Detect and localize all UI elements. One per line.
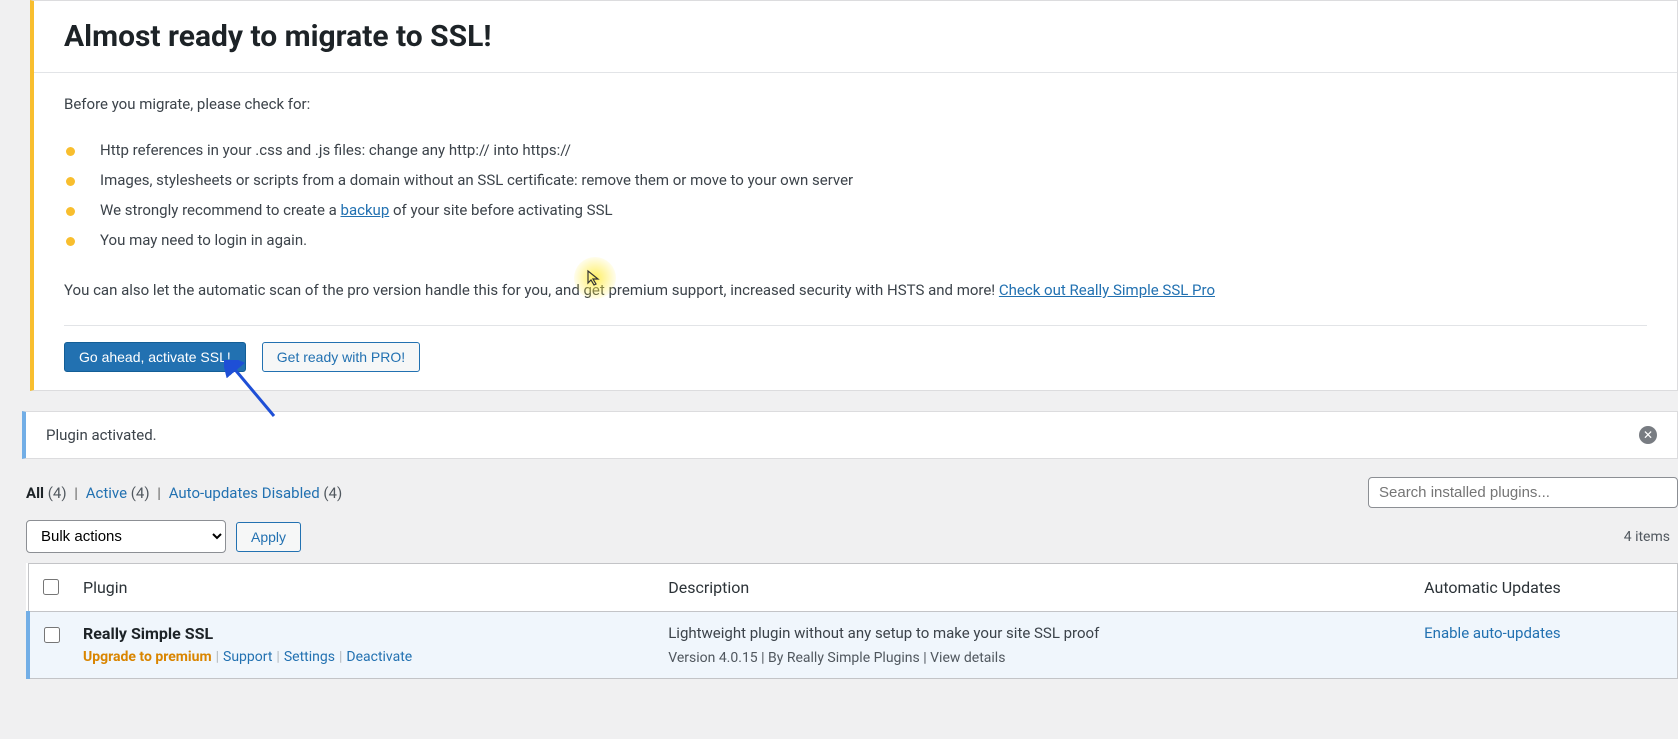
enable-auto-updates-link[interactable]: Enable auto-updates bbox=[1424, 624, 1561, 642]
meta-version: Version 4.0.15 | By bbox=[668, 650, 787, 666]
pro-text: You can also let the automatic scan of t… bbox=[64, 281, 999, 299]
close-icon[interactable]: ✕ bbox=[1639, 426, 1657, 444]
filter-active[interactable]: Active bbox=[86, 484, 127, 502]
search-box bbox=[1368, 477, 1678, 508]
backup-link[interactable]: backup bbox=[341, 201, 390, 219]
pro-line: You can also let the automatic scan of t… bbox=[64, 281, 1647, 299]
filter-active-count: (4) bbox=[131, 484, 150, 502]
apply-button[interactable]: Apply bbox=[236, 522, 301, 552]
select-all-checkbox[interactable] bbox=[43, 579, 59, 595]
check-item: You may need to login in again. bbox=[64, 225, 1647, 255]
plugin-name: Really Simple SSL bbox=[83, 624, 648, 643]
col-auto-updates[interactable]: Automatic Updates bbox=[1414, 564, 1677, 612]
col-description[interactable]: Description bbox=[658, 564, 1414, 612]
col-plugin[interactable]: Plugin bbox=[73, 564, 658, 612]
plugin-description: Lightweight plugin without any setup to … bbox=[668, 624, 1404, 642]
row-actions: Upgrade to premium|Support|Settings|Deac… bbox=[83, 649, 648, 665]
notice-actions: Go ahead, activate SSL! Get ready with P… bbox=[64, 325, 1647, 390]
bulk-actions-select[interactable]: Bulk actions bbox=[26, 520, 226, 553]
support-link[interactable]: Support bbox=[223, 649, 272, 665]
ssl-migrate-notice: Almost ready to migrate to SSL! Before y… bbox=[30, 0, 1678, 391]
get-pro-button[interactable]: Get ready with PRO! bbox=[262, 342, 420, 372]
select-all-header bbox=[28, 564, 73, 612]
filter-auto-count: (4) bbox=[323, 484, 342, 502]
check-item: We strongly recommend to create a backup… bbox=[64, 195, 1647, 225]
settings-link[interactable]: Settings bbox=[284, 649, 335, 665]
check-list: Http references in your .css and .js fil… bbox=[64, 135, 1647, 255]
deactivate-link[interactable]: Deactivate bbox=[346, 649, 412, 665]
filter-links: All (4) | Active (4) | Auto-updates Disa… bbox=[26, 484, 342, 502]
activate-ssl-button[interactable]: Go ahead, activate SSL! bbox=[64, 342, 246, 372]
filter-all[interactable]: All bbox=[26, 484, 44, 502]
upgrade-link[interactable]: Upgrade to premium bbox=[83, 649, 212, 665]
check-item: Http references in your .css and .js fil… bbox=[64, 135, 1647, 165]
separator: | bbox=[153, 484, 165, 502]
check-item: Images, stylesheets or scripts from a do… bbox=[64, 165, 1647, 195]
pro-link[interactable]: Check out Really Simple SSL Pro bbox=[999, 281, 1215, 299]
author-link[interactable]: Really Simple Plugins bbox=[787, 650, 920, 666]
filter-auto-updates[interactable]: Auto-updates Disabled bbox=[169, 484, 320, 502]
notice-header: Almost ready to migrate to SSL! bbox=[34, 1, 1677, 73]
bulk-row: Bulk actions Apply 4 items bbox=[26, 520, 1678, 553]
plugin-activated-notice: Plugin activated. ✕ bbox=[22, 411, 1678, 459]
check-item-suffix: of your site before activating SSL bbox=[389, 201, 612, 219]
meta-sep: | bbox=[920, 650, 930, 666]
separator: | bbox=[70, 484, 82, 502]
table-row: Really Simple SSL Upgrade to premium|Sup… bbox=[28, 612, 1678, 679]
notice-intro: Before you migrate, please check for: bbox=[64, 95, 1647, 113]
row-checkbox[interactable] bbox=[44, 627, 60, 643]
status-message: Plugin activated. bbox=[46, 426, 157, 444]
notice-title: Almost ready to migrate to SSL! bbox=[64, 19, 1647, 54]
filter-all-count: (4) bbox=[48, 484, 67, 502]
plugins-table: Plugin Description Automatic Updates Rea… bbox=[26, 563, 1678, 679]
view-details-link[interactable]: View details bbox=[930, 650, 1005, 666]
plugin-meta: Version 4.0.15 | By Really Simple Plugin… bbox=[668, 650, 1404, 666]
items-count: 4 items bbox=[1624, 529, 1670, 545]
filters-row: All (4) | Active (4) | Auto-updates Disa… bbox=[26, 477, 1678, 508]
check-item-text: We strongly recommend to create a bbox=[100, 201, 341, 219]
notice-body: Before you migrate, please check for: Ht… bbox=[34, 73, 1677, 299]
search-input[interactable] bbox=[1368, 477, 1678, 508]
